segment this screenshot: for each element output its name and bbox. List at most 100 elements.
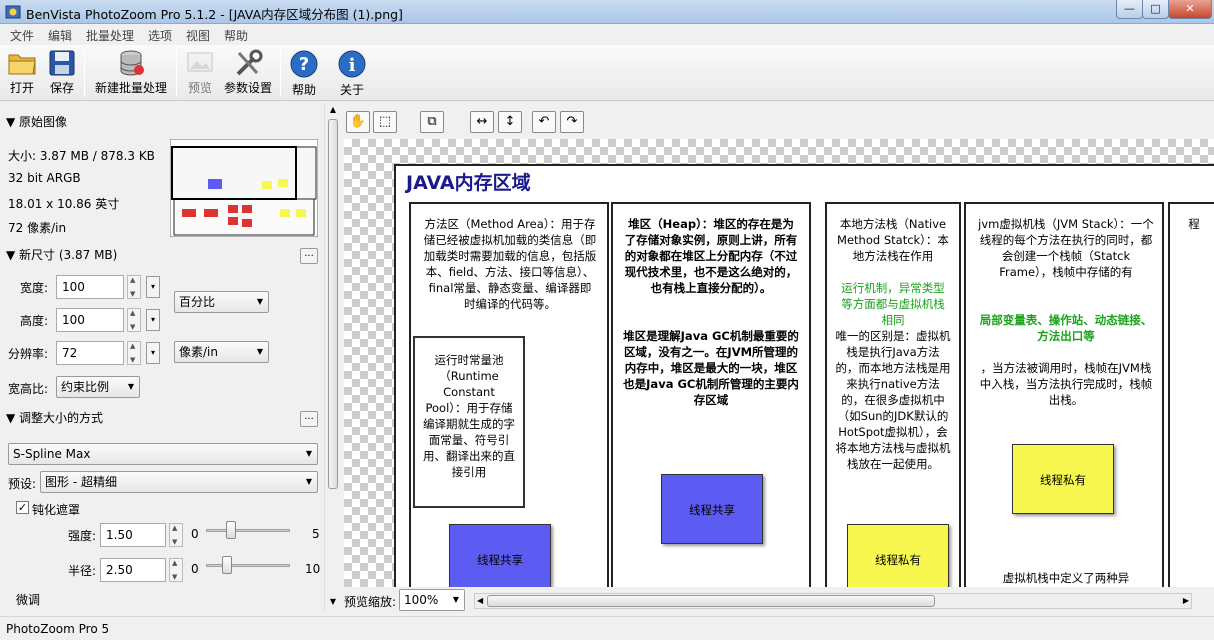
menu-view[interactable]: 视图: [186, 27, 210, 44]
hand-tool-button[interactable]: ✋: [346, 111, 370, 133]
database-icon: [116, 49, 146, 77]
radius-slider[interactable]: [206, 564, 290, 567]
preset-label: 预设:: [8, 475, 36, 492]
resolution-unit-select[interactable]: 像素/in: [174, 341, 269, 363]
vertical-arrows-icon: ↕: [505, 114, 516, 129]
next-column-partial: 程: [1168, 202, 1214, 587]
strength-max: 5: [312, 527, 320, 541]
jvm-stack-text-c: 虚拟机栈中定义了两种异: [978, 570, 1154, 586]
original-resolution: 72 像素/in: [8, 219, 66, 236]
svg-text:?: ?: [299, 54, 309, 75]
svg-text:i: i: [349, 55, 356, 76]
height-unit-toggle[interactable]: ▾: [146, 309, 160, 331]
heap-text-1: 堆区（Heap）：堆区的存在是为了存储对象实例，原则上讲，所有的对象都在堆区上分…: [623, 216, 799, 296]
radius-stepper[interactable]: [169, 558, 183, 582]
unsharp-mask-checkbox[interactable]: ✓: [16, 501, 29, 514]
jvm-stack-text-b: ，当方法被调用时，栈帧在JVM栈中入栈，当方法执行完成时，栈帧出栈。: [978, 360, 1154, 408]
preview-label: 预览: [182, 79, 218, 96]
height-label: 高度:: [20, 312, 48, 329]
new-size-more-button[interactable]: ...: [300, 248, 318, 264]
fine-tune-header[interactable]: 微调: [16, 591, 40, 608]
new-batch-button[interactable]: 新建批量处理: [90, 47, 172, 99]
thread-private-box-1: 线程私有: [847, 524, 949, 587]
height-input[interactable]: 100: [56, 308, 124, 332]
selection-tool-button[interactable]: ⬚: [373, 111, 397, 133]
radius-max: 10: [305, 562, 320, 576]
width-label: 宽度:: [20, 279, 48, 296]
radius-label: 半径:: [68, 562, 96, 579]
size-unit-select[interactable]: 百分比: [174, 291, 269, 313]
menu-file[interactable]: 文件: [10, 27, 34, 44]
scroll-right-arrow[interactable]: ▶: [1183, 594, 1189, 608]
native-stack-text-a: 本地方法栈（Native Method Statck）：本地方法栈在作用: [837, 216, 949, 264]
save-label: 保存: [44, 79, 80, 96]
menu-help[interactable]: 帮助: [224, 27, 248, 44]
menu-options[interactable]: 选项: [148, 27, 172, 44]
settings-button[interactable]: 参数设置: [222, 47, 274, 99]
preview-canvas[interactable]: JAVA内存区域 方法区（Method Area）：用于存储已经被虚拟机加载的类…: [344, 139, 1214, 587]
menu-batch[interactable]: 批量处理: [86, 27, 134, 44]
help-button[interactable]: ? 帮助: [286, 47, 322, 99]
strength-slider-thumb[interactable]: [226, 521, 236, 539]
horizontal-scrollbar[interactable]: ◀ ▶: [474, 593, 1192, 609]
resize-method-header[interactable]: ▼ 调整大小的方式: [6, 409, 103, 426]
fit-height-button[interactable]: ↕: [498, 111, 522, 133]
strength-min: 0: [191, 527, 199, 541]
about-button[interactable]: i 关于: [334, 47, 370, 99]
app-icon: [5, 4, 21, 20]
aspect-ratio-select[interactable]: 约束比例: [56, 376, 140, 398]
resolution-unit-toggle[interactable]: ▾: [146, 342, 160, 364]
save-button[interactable]: 保存: [44, 47, 80, 99]
close-button[interactable]: ✕: [1168, 0, 1212, 19]
preview-button[interactable]: 预览: [182, 47, 218, 99]
radius-input[interactable]: 2.50: [100, 558, 166, 582]
strength-stepper[interactable]: [169, 523, 183, 547]
height-stepper[interactable]: [127, 308, 141, 332]
method-area-column: 方法区（Method Area）：用于存储已经被虚拟机加载的类信息（即加载类时需…: [409, 202, 609, 587]
resolution-input[interactable]: 72: [56, 341, 124, 365]
resolution-stepper[interactable]: [127, 341, 141, 365]
open-label: 打开: [4, 79, 40, 96]
resolution-label: 分辨率:: [8, 345, 48, 362]
preview-zoom-select[interactable]: 100%: [399, 589, 465, 611]
thread-private-box-2: 线程私有: [1012, 444, 1114, 514]
native-stack-text-green: 运行机制，异常类型等方面都与虚拟机栈相同: [837, 280, 949, 328]
scroll-left-arrow[interactable]: ◀: [477, 594, 483, 608]
runtime-pool-box: 运行时常量池（Runtime Constant Pool）：用于存储编译期就生成…: [413, 336, 525, 508]
rotate-right-button[interactable]: ↷: [560, 111, 584, 133]
original-image-header[interactable]: ▼ 原始图像: [6, 113, 67, 130]
open-button[interactable]: 打开: [4, 47, 40, 99]
preset-select[interactable]: 图形 - 超精细: [40, 471, 318, 493]
scroll-up-arrow[interactable]: ▲: [326, 103, 340, 117]
crop-button[interactable]: ⧉: [420, 111, 444, 133]
minimize-button[interactable]: —: [1116, 0, 1143, 19]
info-icon: i: [337, 49, 367, 79]
width-stepper[interactable]: [127, 275, 141, 299]
scroll-thumb[interactable]: [328, 119, 338, 489]
window-title: BenVista PhotoZoom Pro 5.1.2 - [JAVA内存区域…: [26, 4, 403, 23]
status-text: PhotoZoom Pro 5: [6, 622, 109, 636]
settings-panel-scrollbar[interactable]: ▲ ▼: [324, 103, 341, 611]
thumbnail-image: [170, 139, 318, 237]
width-unit-toggle[interactable]: ▾: [146, 276, 160, 298]
resize-method-more-button[interactable]: ...: [300, 411, 318, 427]
help-label: 帮助: [286, 81, 322, 98]
hand-icon: ✋: [350, 114, 366, 129]
strength-slider[interactable]: [206, 529, 290, 532]
fit-width-button[interactable]: ↔: [470, 111, 494, 133]
resize-method-select[interactable]: S-Spline Max: [8, 443, 318, 465]
maximize-button[interactable]: □: [1142, 0, 1169, 19]
new-size-header[interactable]: ▼ 新尺寸 (3.87 MB): [6, 246, 117, 263]
title-bar: BenVista PhotoZoom Pro 5.1.2 - [JAVA内存区域…: [0, 0, 1214, 24]
menu-edit[interactable]: 编辑: [48, 27, 72, 44]
radius-slider-thumb[interactable]: [222, 556, 232, 574]
menu-bar: 文件 编辑 批量处理 选项 视图 帮助: [0, 25, 1214, 45]
rotate-left-button[interactable]: ↶: [532, 111, 556, 133]
jvm-stack-column: jvm虚拟机栈（JVM Stack）：一个线程的每个方法在执行的同时，都会创建一…: [964, 202, 1164, 587]
strength-input[interactable]: 1.50: [100, 523, 166, 547]
width-input[interactable]: 100: [56, 275, 124, 299]
rotate-left-icon: ↶: [539, 114, 550, 129]
horizontal-scroll-thumb[interactable]: [487, 595, 935, 607]
scroll-down-arrow[interactable]: ▼: [326, 595, 340, 609]
about-label: 关于: [334, 81, 370, 98]
